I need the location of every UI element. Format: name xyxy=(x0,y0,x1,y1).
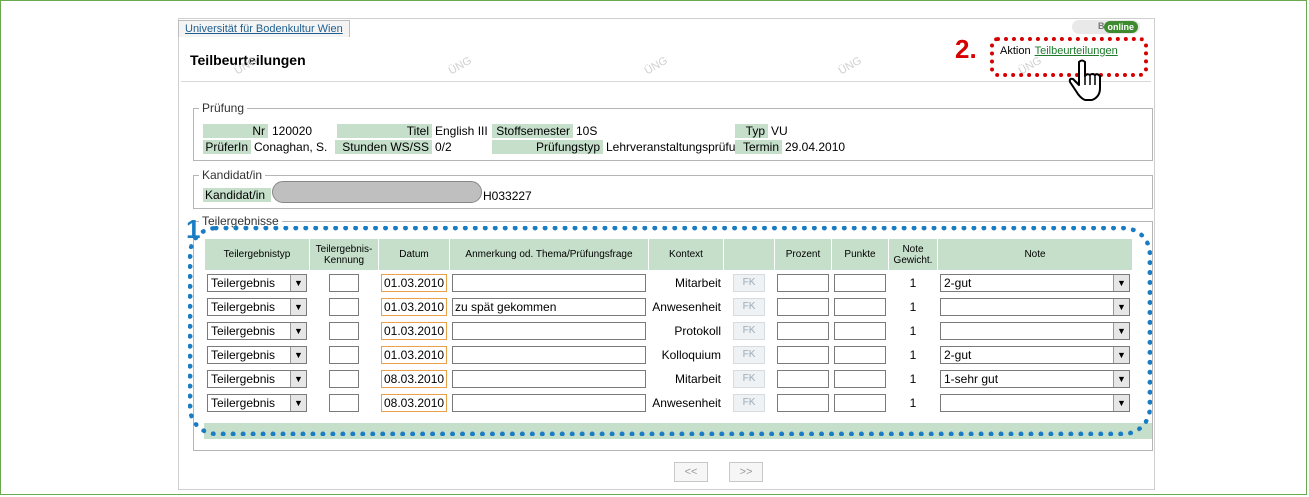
nr-value: 120020 xyxy=(272,124,313,138)
hand-pointer-icon xyxy=(1068,59,1101,101)
stoffsemester-label: Stoffsemester xyxy=(492,124,573,138)
stunden-label: Stunden WS/SS xyxy=(335,140,432,154)
typ-label: Typ xyxy=(735,124,768,138)
kandidat-label: Kandidat/in xyxy=(203,188,271,202)
next-page-button[interactable]: >> xyxy=(729,462,763,482)
termin-label: Termin xyxy=(735,140,782,154)
termin-value: 29.04.2010 xyxy=(785,140,846,154)
callout-number-2: 2. xyxy=(955,34,977,64)
logo-right-text: online xyxy=(1103,21,1138,33)
typ-value: VU xyxy=(771,124,788,138)
pruefungstyp-label: Prüfungstyp xyxy=(492,140,603,154)
callout-number-1: 1 xyxy=(186,214,201,244)
callout-highlight-1 xyxy=(188,226,1152,436)
prev-page-button[interactable]: << xyxy=(674,462,708,482)
pruefung-legend: Prüfung xyxy=(199,101,248,115)
kandidat-legend: Kandidat/in xyxy=(199,168,266,182)
pruefer-label: PrüferIn xyxy=(203,140,251,154)
nr-label: Nr xyxy=(203,124,268,138)
stunden-value: 0/2 xyxy=(435,140,452,154)
kandidat-code: H033227 xyxy=(483,189,532,203)
pruefungstyp-value: Lehrveranstaltungsprüfung xyxy=(606,140,749,154)
boku-online-logo: BOKUonline xyxy=(1072,20,1140,34)
titel-label: Titel xyxy=(337,124,432,138)
pruefer-value: Conaghan, S. xyxy=(254,140,328,154)
stoffsemester-value: 10S xyxy=(576,124,598,138)
university-tab[interactable]: Universität für Bodenkultur Wien xyxy=(178,20,350,37)
titel-value: English III xyxy=(435,124,488,138)
redacted-name xyxy=(272,181,482,203)
